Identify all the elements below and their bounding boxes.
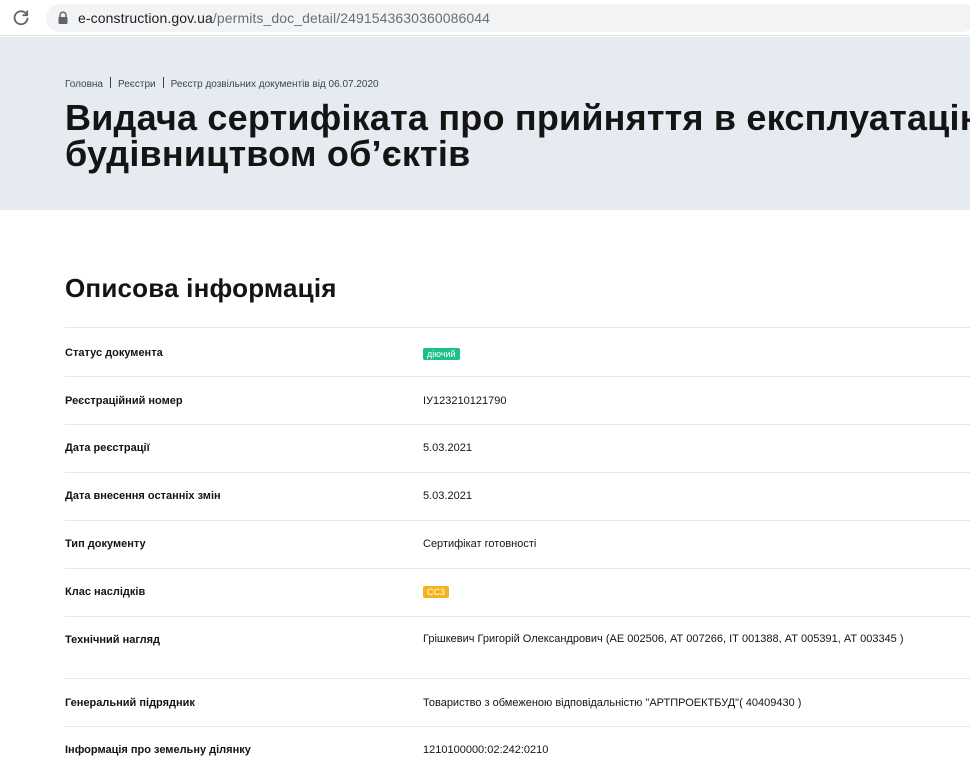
address-bar[interactable]: e-construction.gov.ua/permits_doc_detail… — [46, 4, 970, 32]
table-row: Тип документу Сертифікат готовності — [65, 521, 970, 569]
row-label: Дата внесення останніх змін — [65, 490, 221, 502]
row-value: ІУ123210121790 — [423, 395, 507, 407]
lock-icon[interactable] — [57, 11, 69, 25]
page-title-line-1: Видача сертифіката про прийняття в експл… — [65, 97, 970, 138]
breadcrumb-item-home[interactable]: Головна — [65, 79, 103, 90]
row-value: 5.03.2021 — [423, 442, 472, 454]
url-text[interactable]: e-construction.gov.ua/permits_doc_detail… — [78, 9, 490, 27]
table-row: Генеральний підрядник Товариство з обмеж… — [65, 679, 970, 727]
reload-icon[interactable] — [12, 9, 30, 27]
page-header: Головна Реєстри Реєстр дозвільних документ… — [0, 37, 970, 210]
row-label: Статус документа — [65, 347, 163, 359]
table-row: Інформація про земельну ділянку 12101000… — [65, 727, 970, 771]
table-row: Реєстраційний номер ІУ123210121790 — [65, 377, 970, 425]
url-host: e-construction.gov.ua — [78, 10, 213, 26]
row-value: СС3 — [423, 584, 943, 600]
browser-toolbar: e-construction.gov.ua/permits_doc_detail… — [0, 0, 970, 36]
table-row: Дата реєстрації 5.03.2021 — [65, 425, 970, 473]
table-row: Клас наслідків СС3 — [65, 569, 970, 617]
breadcrumb-separator — [110, 77, 111, 88]
url-path: /permits_doc_detail/2491543630360086044 — [212, 10, 491, 26]
breadcrumb-item-current[interactable]: Реєстр дозвільних документів від 06.07.2… — [171, 79, 379, 90]
row-label: Дата реєстрації — [65, 442, 150, 454]
row-label: Технічний нагляд — [65, 634, 161, 646]
table-row: Статус документа діючий — [65, 328, 970, 377]
row-label: Клас наслідків — [65, 586, 146, 598]
consequence-class-badge: СС3 — [423, 586, 450, 598]
row-value: Грішкевич Григорій Олександрович (АЕ 002… — [423, 633, 904, 645]
breadcrumb: Головна Реєстри Реєстр дозвільних документ… — [65, 77, 379, 92]
table-row: Технічний нагляд Грішкевич Григорій Олек… — [65, 617, 970, 679]
status-badge: діючий — [423, 348, 460, 360]
row-label: Реєстраційний номер — [65, 395, 183, 407]
breadcrumb-separator — [162, 77, 164, 88]
row-value: 1210100000:02:242:0210 — [423, 744, 549, 756]
page-title-line-2: будівництвом об’єктів — [65, 133, 471, 174]
row-value: Сертифікат готовності — [423, 538, 537, 550]
breadcrumb-item-registries[interactable]: Реєстри — [118, 79, 156, 90]
row-label: Тип документу — [65, 538, 146, 550]
row-value: діючий — [423, 346, 943, 362]
row-value: 5.03.2021 — [423, 490, 472, 502]
row-label: Інформація про земельну ділянку — [65, 744, 251, 756]
table-row: Дата внесення останніх змін 5.03.2021 — [65, 473, 970, 521]
row-label: Генеральний підрядник — [65, 697, 195, 709]
row-value: Товариство з обмеженою відповідальністю … — [423, 697, 802, 709]
info-table: Статус документа діючий Реєстраційний но… — [65, 327, 970, 771]
section-title: Описова інформація — [65, 273, 337, 303]
page-title: Видача сертифіката про прийняття в експл… — [65, 100, 970, 172]
